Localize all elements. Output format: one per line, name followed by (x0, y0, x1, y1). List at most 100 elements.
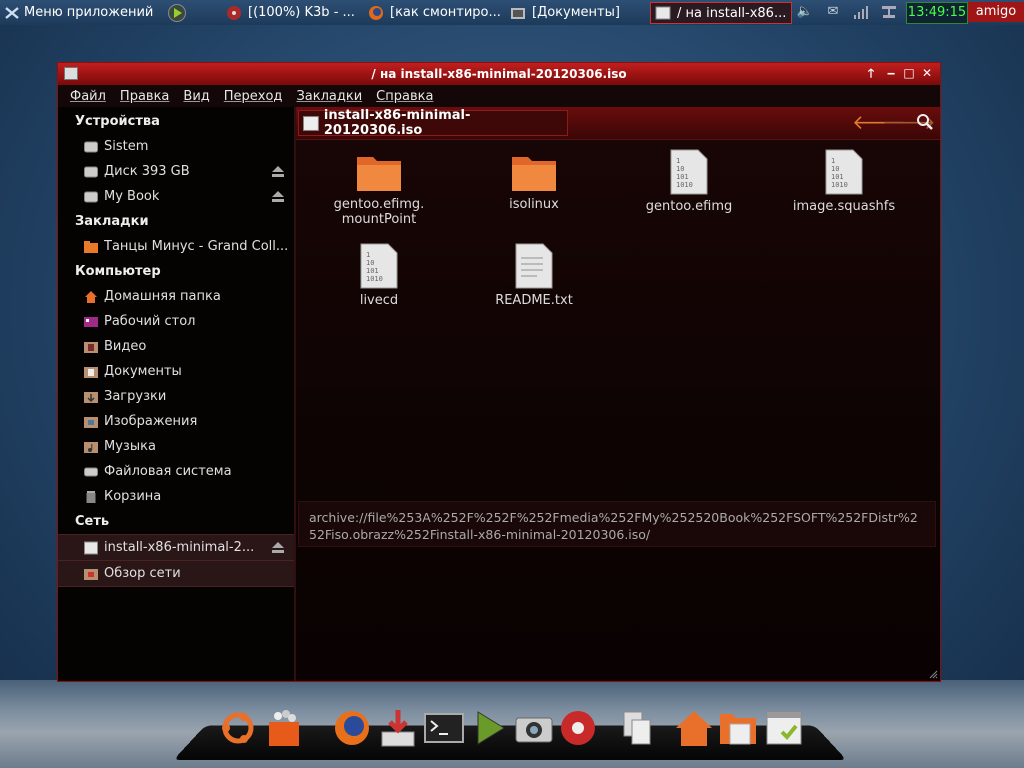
eject-icon[interactable] (272, 166, 284, 177)
search-icon[interactable] (916, 113, 934, 131)
launcher-button[interactable] (168, 0, 192, 25)
drive-icon (84, 191, 98, 202)
folder-icon (357, 157, 401, 191)
svg-text:1: 1 (366, 251, 370, 259)
home-icon[interactable] (674, 708, 714, 748)
task-active-window[interactable]: / на install-x86... (650, 2, 792, 24)
sidebar-item-label: Sistem (104, 139, 149, 154)
sidebar-item-label: Танцы Минус - Grand Coll... (104, 239, 289, 254)
svg-text:10: 10 (831, 165, 839, 173)
terminal-icon[interactable] (424, 708, 464, 748)
sidebar-item-sistem[interactable]: Sistem (58, 134, 294, 159)
maximize-button[interactable]: □ (902, 66, 916, 80)
volume-icon[interactable]: 🔈 (796, 4, 814, 20)
sidebar-item-desktop[interactable]: Рабочий стол (58, 309, 294, 334)
sidebar-item-trash[interactable]: Корзина (58, 484, 294, 509)
sidebar-item-label: Загрузки (104, 389, 167, 404)
documents-icon[interactable] (618, 708, 658, 748)
task-documents[interactable]: [Документы] (510, 0, 620, 25)
sidebar-item-documents[interactable]: Документы (58, 359, 294, 384)
sidebar-item-label: Изображения (104, 414, 198, 429)
sidebar-item-home[interactable]: Домашняя папка (58, 284, 294, 309)
sidebar-item-pictures[interactable]: Изображения (58, 409, 294, 434)
folder-icon (512, 157, 556, 191)
menu-go[interactable]: Переход (224, 89, 283, 104)
firefox-icon (369, 5, 383, 20)
menu-help[interactable]: Справка (376, 89, 433, 104)
titlebar[interactable]: / на install-x86-minimal-20120306.iso 🡑 … (58, 63, 940, 85)
mail-icon[interactable]: ✉ (824, 4, 842, 20)
file-label: gentoo.efimg (645, 199, 733, 214)
file-label: image.squashfs (792, 199, 896, 214)
resize-grip-icon[interactable] (928, 669, 938, 679)
binary-file-icon: 1101011010 (825, 149, 863, 195)
file-item[interactable]: gentoo.efimg. mountPoint (314, 153, 444, 227)
sidebar-item-network-browse[interactable]: Обзор сети (58, 561, 294, 587)
sidebar-item-downloads[interactable]: Загрузки (58, 384, 294, 409)
folder-icon[interactable] (718, 708, 758, 748)
filesystem-icon (84, 467, 98, 476)
desktop-icon (84, 316, 98, 327)
file-item[interactable]: 1 10 101 1010 livecd (314, 243, 444, 308)
menu-file[interactable]: Файл (70, 89, 106, 104)
sidebar-item-video[interactable]: Видео (58, 334, 294, 359)
file-manager-window: / на install-x86-minimal-20120306.iso 🡑 … (57, 62, 941, 682)
svg-text:1: 1 (831, 157, 835, 165)
play-icon (168, 3, 186, 22)
sidebar-heading-bookmarks: Закладки (75, 214, 149, 229)
camera-icon[interactable] (514, 708, 554, 748)
shopping-bag-icon[interactable] (264, 708, 304, 748)
sidebar-item-label: Видео (104, 339, 147, 354)
minimize-button[interactable]: ‒ (884, 66, 898, 80)
network-tray-icon[interactable] (880, 4, 898, 20)
menu-edit[interactable]: Правка (120, 89, 169, 104)
file-item[interactable]: 1 10 101 1010 gentoo.efimg (624, 149, 754, 214)
downloads-folder-icon (84, 391, 98, 403)
svg-text:101: 101 (366, 267, 379, 275)
sidebar-item-label: Файловая система (104, 464, 232, 479)
clock[interactable]: 13:49:15 (906, 2, 968, 24)
file-item[interactable]: 1 10 101 1010 image.squashfs (779, 149, 909, 214)
home-icon (85, 290, 97, 303)
sidebar-item-disk-393[interactable]: Диск 393 GB (58, 159, 294, 184)
eject-icon[interactable] (272, 191, 284, 202)
task-label: [как смонтиро... (390, 5, 501, 20)
eject-icon[interactable] (272, 542, 284, 553)
sidebar-item-my-book[interactable]: My Book (58, 184, 294, 209)
menu-view[interactable]: Вид (183, 89, 209, 104)
file-label: livecd (359, 293, 399, 308)
shade-button[interactable]: 🡑 (864, 66, 878, 80)
disc-burner-icon[interactable] (558, 708, 598, 748)
folder-icon (84, 240, 98, 253)
sidebar-heading-devices: Устройства (75, 114, 160, 129)
firefox-icon[interactable] (332, 708, 372, 748)
app-menu-button[interactable]: Меню приложений (4, 0, 153, 25)
sidebar: Устройства Sistem Диск 393 GB My Book За… (58, 107, 296, 681)
play-icon[interactable] (470, 708, 510, 748)
file-label: gentoo.efimg. mountPoint (333, 197, 425, 227)
file-item[interactable]: README.txt (469, 243, 599, 308)
task-label: [(100%) K3b - ... (248, 5, 355, 20)
app-menu-icon (5, 6, 19, 19)
breadcrumb[interactable]: install-x86-minimal-20120306.iso (298, 108, 568, 138)
installer-icon[interactable] (378, 708, 418, 748)
sidebar-item-label: Домашняя папка (104, 289, 221, 304)
file-label: README.txt (495, 293, 573, 308)
task-k3b[interactable]: [(100%) K3b - ... (226, 0, 355, 25)
svg-text:1: 1 (676, 157, 680, 165)
task-firefox[interactable]: [как смонтиро... (368, 0, 501, 25)
sidebar-item-bookmark[interactable]: Танцы Минус - Grand Coll... (58, 234, 294, 259)
signal-icon[interactable] (852, 4, 870, 20)
menu-bookmarks[interactable]: Закладки (296, 89, 362, 104)
sidebar-item-filesystem[interactable]: Файловая система (58, 459, 294, 484)
ubuntu-icon[interactable] (218, 708, 258, 748)
sidebar-heading-network: Сеть (75, 514, 110, 529)
sidebar-item-music[interactable]: Музыка (58, 434, 294, 459)
user-menu[interactable]: amigo (968, 2, 1024, 22)
app-menu-label: Меню приложений (24, 5, 154, 20)
sidebar-item-label: Музыка (104, 439, 156, 454)
checklist-icon[interactable] (764, 708, 804, 748)
close-button[interactable]: ✕ (920, 66, 934, 80)
sidebar-item-iso[interactable]: install-x86-minimal-2... (58, 534, 294, 561)
file-item[interactable]: isolinux (469, 153, 599, 212)
